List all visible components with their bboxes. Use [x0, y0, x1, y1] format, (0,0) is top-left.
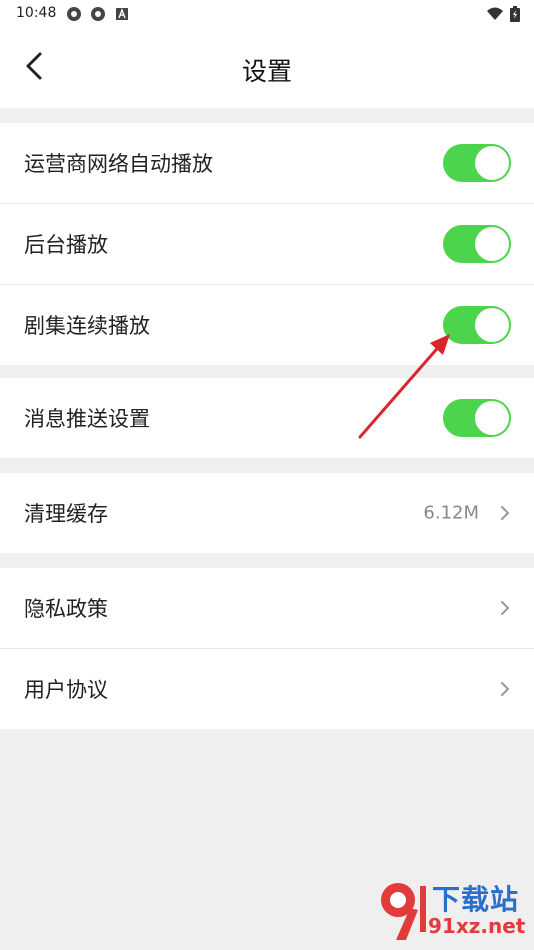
page-title: 设置 [241, 57, 292, 86]
app-notification-icon [67, 7, 81, 21]
battery-icon [510, 6, 520, 22]
chevron-right-icon [501, 506, 510, 520]
legal-group: 隐私政策 用户协议 [0, 568, 534, 729]
a-notification-icon [116, 8, 128, 20]
setting-label: 运营商网络自动播放 [24, 152, 213, 176]
status-system-icons [486, 6, 520, 22]
watermark-url: 91xz.net [428, 914, 526, 938]
toggle-knob [475, 227, 509, 261]
setting-row-user-agreement[interactable]: 用户协议 [0, 648, 534, 729]
logo-icon [381, 883, 426, 940]
setting-row-push-notifications: 消息推送设置 [0, 378, 534, 458]
cache-size-value: 6.12M [423, 502, 479, 524]
push-notifications-toggle[interactable] [443, 399, 511, 437]
app-notification-icon [91, 7, 105, 21]
continuous-play-toggle[interactable] [443, 306, 511, 344]
setting-row-clear-cache[interactable]: 清理缓存 6.12M [0, 473, 534, 553]
setting-label: 消息推送设置 [24, 407, 150, 431]
cache-settings-group: 清理缓存 6.12M [0, 473, 534, 553]
setting-row-background-play: 后台播放 [0, 203, 534, 284]
setting-label: 后台播放 [24, 233, 108, 257]
watermark-brand: 下载站 [432, 883, 520, 916]
toggle-knob [475, 401, 509, 435]
setting-label: 剧集连续播放 [24, 314, 150, 338]
chevron-right-icon [501, 682, 510, 696]
background-play-toggle[interactable] [443, 225, 511, 263]
status-bar: 10:48 [0, 0, 534, 28]
playback-settings-group: 运营商网络自动播放 后台播放 剧集连续播放 [0, 123, 534, 365]
carrier-autoplay-toggle[interactable] [443, 144, 511, 182]
status-notification-icons [66, 6, 130, 22]
wifi-icon [487, 7, 503, 20]
notification-settings-group: 消息推送设置 [0, 378, 534, 458]
setting-label: 隐私政策 [24, 597, 108, 621]
setting-label: 用户协议 [24, 678, 108, 702]
setting-label: 清理缓存 [24, 502, 108, 526]
toggle-knob [475, 308, 509, 342]
status-time: 10:48 [16, 5, 57, 21]
toggle-knob [475, 146, 509, 180]
setting-row-carrier-autoplay: 运营商网络自动播放 [0, 123, 534, 203]
watermark-logo: 下载站 91xz.net [376, 878, 526, 944]
app-header: 设置 [0, 28, 534, 108]
chevron-right-icon [501, 601, 510, 615]
setting-row-privacy-policy[interactable]: 隐私政策 [0, 568, 534, 648]
setting-row-continuous-play: 剧集连续播放 [0, 284, 534, 365]
